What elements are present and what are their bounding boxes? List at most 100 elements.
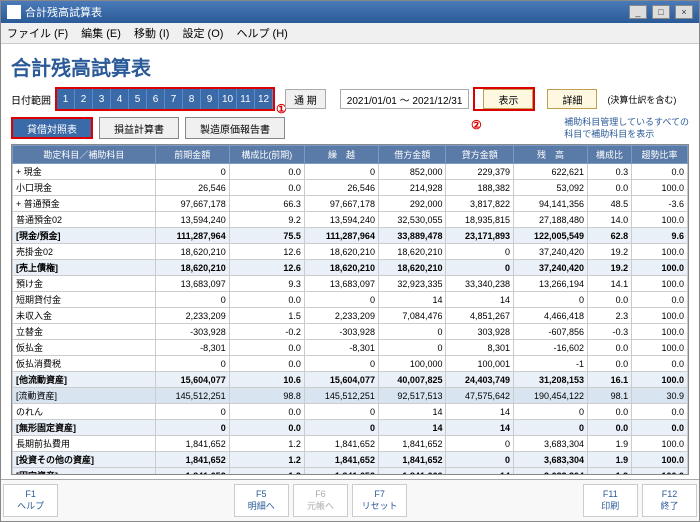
cell: 0 bbox=[446, 244, 514, 260]
tab-manufacturing[interactable]: 製造原価報告書 bbox=[185, 117, 285, 139]
f11-print[interactable]: F11印刷 bbox=[583, 484, 638, 517]
f12-exit[interactable]: F12終了 bbox=[642, 484, 697, 517]
table-row[interactable]: 立替金-303,928-0.2-303,9280303,928-607,856-… bbox=[13, 324, 688, 340]
table-row[interactable]: 未収入金2,233,2091.52,233,2097,084,4764,851,… bbox=[13, 308, 688, 324]
col-header[interactable]: 繰 越 bbox=[304, 146, 378, 164]
tab-profit-loss[interactable]: 損益計算書 bbox=[99, 117, 179, 139]
cell: 15,604,077 bbox=[155, 372, 229, 388]
cell: 0.0 bbox=[229, 340, 304, 356]
table-row[interactable]: 仮払消費税00.00100,000100,001-10.00.0 bbox=[13, 356, 688, 372]
col-header[interactable]: 前期金額 bbox=[155, 146, 229, 164]
month-6[interactable]: 6 bbox=[147, 89, 165, 109]
table-row[interactable]: [売上債権]18,620,21012.618,620,21018,620,210… bbox=[13, 260, 688, 276]
table-row[interactable]: [流動資産]145,512,25198.8145,512,25192,517,5… bbox=[13, 388, 688, 404]
account-name[interactable]: + 普通預金 bbox=[13, 196, 156, 212]
tab-balance-sheet[interactable]: 貸借対照表 bbox=[11, 117, 93, 139]
close-button[interactable]: × bbox=[675, 5, 693, 19]
table-row[interactable]: 長期前払費用1,841,6521.21,841,6521,841,65203,6… bbox=[13, 436, 688, 452]
month-11[interactable]: 11 bbox=[237, 89, 255, 109]
account-name[interactable]: 立替金 bbox=[13, 324, 156, 340]
col-header[interactable]: 貸方金額 bbox=[446, 146, 514, 164]
account-name[interactable]: 仮払金 bbox=[13, 340, 156, 356]
account-name[interactable]: 小口現金 bbox=[13, 180, 156, 196]
menu-file[interactable]: ファイル (F) bbox=[7, 28, 68, 40]
col-header[interactable]: 趨勢比率 bbox=[632, 146, 688, 164]
account-name[interactable]: [無形固定資産] bbox=[13, 420, 156, 436]
f6-ledger[interactable]: F6元帳へ bbox=[293, 484, 348, 517]
table-row[interactable]: 短期貸付金00.00141400.00.0 bbox=[13, 292, 688, 308]
cell: 100.0 bbox=[632, 244, 688, 260]
account-name[interactable]: 長期前払費用 bbox=[13, 436, 156, 452]
table-row[interactable]: [固定資産]1,841,6521.21,841,6521,841,666143,… bbox=[13, 468, 688, 475]
menu-help[interactable]: ヘルプ (H) bbox=[237, 28, 288, 40]
menu-settings[interactable]: 設定 (O) bbox=[182, 28, 223, 40]
col-header[interactable]: 残 高 bbox=[513, 146, 587, 164]
table-row[interactable]: [現金/預金]111,287,96475.5111,287,96433,889,… bbox=[13, 228, 688, 244]
menu-edit[interactable]: 編集 (E) bbox=[81, 28, 121, 40]
cell: -303,928 bbox=[304, 324, 378, 340]
account-name[interactable]: + 現金 bbox=[13, 164, 156, 180]
cell: 7,084,476 bbox=[378, 308, 446, 324]
cell: 100.0 bbox=[632, 436, 688, 452]
col-header[interactable]: 構成比 bbox=[588, 146, 632, 164]
col-header[interactable]: 構成比(前期) bbox=[229, 146, 304, 164]
table-row[interactable]: 預け金13,683,0979.313,683,09732,923,33533,3… bbox=[13, 276, 688, 292]
account-name[interactable]: 仮払消費税 bbox=[13, 356, 156, 372]
month-1[interactable]: 1 bbox=[57, 89, 75, 109]
f5-detail[interactable]: F5明細へ bbox=[234, 484, 289, 517]
detail-button[interactable]: 詳細 bbox=[547, 89, 597, 109]
account-name[interactable]: 未収入金 bbox=[13, 308, 156, 324]
account-name[interactable]: [流動資産] bbox=[13, 388, 156, 404]
month-2[interactable]: 2 bbox=[75, 89, 93, 109]
account-name[interactable]: 売掛金02 bbox=[13, 244, 156, 260]
table-row[interactable]: + 普通預金97,667,17866.397,667,178292,0003,8… bbox=[13, 196, 688, 212]
f7-reset[interactable]: F7リセット bbox=[352, 484, 407, 517]
period-button[interactable]: 通 期 bbox=[285, 89, 326, 109]
account-name[interactable]: [固定資産] bbox=[13, 468, 156, 475]
col-header[interactable]: 借方金額 bbox=[378, 146, 446, 164]
account-name[interactable]: [売上債権] bbox=[13, 260, 156, 276]
account-name[interactable]: 預け金 bbox=[13, 276, 156, 292]
month-7[interactable]: 7 bbox=[165, 89, 183, 109]
cell: 14 bbox=[446, 404, 514, 420]
table-row[interactable]: [他流動資産]15,604,07710.615,604,07740,007,82… bbox=[13, 372, 688, 388]
cell: 100.0 bbox=[632, 212, 688, 228]
minimize-button[interactable]: _ bbox=[629, 5, 647, 19]
f1-help[interactable]: F1ヘルプ bbox=[3, 484, 58, 517]
table-row[interactable]: のれん00.00141400.00.0 bbox=[13, 404, 688, 420]
cell: 1.9 bbox=[588, 468, 632, 475]
account-name[interactable]: のれん bbox=[13, 404, 156, 420]
show-button[interactable]: 表示 bbox=[483, 89, 533, 109]
table-row[interactable]: 小口現金26,5460.026,546214,928188,38253,0920… bbox=[13, 180, 688, 196]
table-row[interactable]: [無形固定資産]00.00141400.00.0 bbox=[13, 420, 688, 436]
col-header[interactable]: 勘定科目／補助科目 bbox=[13, 146, 156, 164]
cell: 98.1 bbox=[588, 388, 632, 404]
maximize-button[interactable]: □ bbox=[652, 5, 670, 19]
table-row[interactable]: [投資その他の資産]1,841,6521.21,841,6521,841,652… bbox=[13, 452, 688, 468]
cell: 14 bbox=[378, 420, 446, 436]
account-name[interactable]: 普通預金02 bbox=[13, 212, 156, 228]
trial-balance-grid[interactable]: 勘定科目／補助科目前期金額構成比(前期)繰 越借方金額貸方金額残 高構成比趨勢比… bbox=[11, 144, 689, 475]
cell: 0.0 bbox=[229, 164, 304, 180]
month-10[interactable]: 10 bbox=[219, 89, 237, 109]
account-name[interactable]: [投資その他の資産] bbox=[13, 452, 156, 468]
date-range-box[interactable]: 2021/01/01 ～ 2021/12/31 bbox=[340, 89, 470, 109]
month-3[interactable]: 3 bbox=[93, 89, 111, 109]
table-row[interactable]: 普通預金0213,594,2409.213,594,24032,530,0551… bbox=[13, 212, 688, 228]
cell: 75.5 bbox=[229, 228, 304, 244]
table-row[interactable]: 売掛金0218,620,21012.618,620,21018,620,2100… bbox=[13, 244, 688, 260]
account-name[interactable]: [他流動資産] bbox=[13, 372, 156, 388]
cell: -8,301 bbox=[155, 340, 229, 356]
month-8[interactable]: 8 bbox=[183, 89, 201, 109]
table-row[interactable]: + 現金00.00852,000229,379622,6210.30.0 bbox=[13, 164, 688, 180]
month-9[interactable]: 9 bbox=[201, 89, 219, 109]
account-name[interactable]: [現金/預金] bbox=[13, 228, 156, 244]
window-title: 合計残高試算表 bbox=[25, 4, 102, 20]
account-name[interactable]: 短期貸付金 bbox=[13, 292, 156, 308]
menu-move[interactable]: 移動 (I) bbox=[134, 28, 169, 40]
month-12[interactable]: 12 bbox=[255, 89, 273, 109]
month-4[interactable]: 4 bbox=[111, 89, 129, 109]
cell: 0 bbox=[304, 292, 378, 308]
table-row[interactable]: 仮払金-8,3010.0-8,30108,301-16,6020.0100.0 bbox=[13, 340, 688, 356]
month-5[interactable]: 5 bbox=[129, 89, 147, 109]
